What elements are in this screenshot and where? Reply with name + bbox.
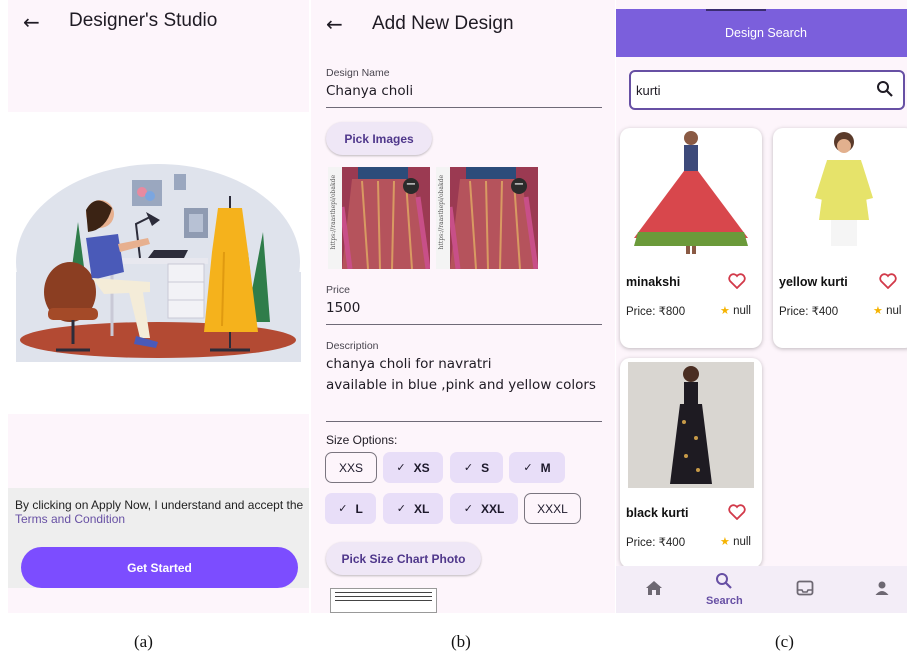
page-title: Design Search [725,26,807,40]
pick-images-button[interactable]: Pick Images [326,122,432,155]
back-arrow-icon[interactable]: ← [23,10,40,34]
product-name: black kurti [626,506,689,520]
size-chip-label: XXXL [537,501,568,516]
caption-b: (b) [451,632,471,651]
design-name-label: Design Name [326,67,390,79]
check-icon: ✓ [523,461,533,474]
heart-icon[interactable] [728,273,746,289]
product-image [634,131,748,254]
designer-illustration [8,112,309,414]
size-chip-xl[interactable]: ✓ XL [383,493,443,524]
get-started-button[interactable]: Get Started [21,547,298,588]
product-price: Price: ₹800 [626,306,686,318]
rating-value: nul [886,305,902,317]
size-chip-label: S [481,460,490,475]
search-icon [716,573,733,589]
design-name-underline [326,107,602,108]
designers-studio-screen: ← Designer's Studio By clicking on Apply… [8,0,309,613]
description-line[interactable]: available in blue ,pink and yellow color… [326,377,596,393]
product-card[interactable]: minakshi Price: ₹800 ★ null [620,128,762,348]
image-thumbnail: https://raasthepi/obakde − [328,167,430,269]
size-chip-label: L [355,501,363,516]
back-arrow-icon[interactable]: ← [326,12,343,36]
size-chip-s[interactable]: ✓ S [450,452,503,483]
star-icon: ★ [873,304,883,317]
home-icon[interactable] [645,580,663,596]
remove-image-icon[interactable]: − [511,178,527,194]
nav-search[interactable]: Search [706,572,743,607]
check-icon: ✓ [396,502,406,515]
check-icon: ✓ [396,461,406,474]
image-thumbnail: https://raasthepi/obakde − [436,167,538,269]
search-query[interactable]: kurti [636,83,661,98]
pick-size-chart-button[interactable]: Pick Size Chart Photo [326,542,481,575]
size-chip-xs[interactable]: ✓ XS [383,452,443,483]
size-chip-l[interactable]: ✓ L [325,493,376,524]
product-image [628,362,754,488]
price-label: Price [326,284,350,296]
size-chip-label: XL [413,501,430,516]
product-name: yellow kurti [779,275,848,289]
heart-icon[interactable] [728,504,746,520]
terms-text: By clicking on Apply Now, I understand a… [15,498,304,512]
caption-a: (a) [134,632,153,651]
status-notch [706,9,766,11]
price-field[interactable]: 1500 [326,300,360,316]
chart-row [335,600,432,601]
search-input[interactable] [629,70,905,110]
search-icon[interactable] [876,80,894,98]
star-icon: ★ [720,304,730,317]
rating-value: null [733,536,751,548]
caption-c: (c) [775,632,794,651]
design-search-screen: Design Search kurti minakshi Price: ₹800… [616,0,907,613]
size-chip-xxxl[interactable]: XXXL [524,493,581,524]
product-price: Price: ₹400 [779,306,839,318]
check-icon: ✓ [463,502,473,515]
product-card[interactable]: black kurti Price: ₹400 ★ null [620,358,762,568]
heart-icon[interactable] [879,273,897,289]
price-underline [326,324,602,325]
size-chip-xxl[interactable]: ✓ XXL [450,493,518,524]
page-title: Designer's Studio [69,10,218,31]
check-icon: ✓ [338,502,348,515]
terms-link[interactable]: Terms and Condition [15,512,125,526]
size-chip-xxs[interactable]: XXS [325,452,377,483]
size-chip-label: XS [413,460,430,475]
size-chip-label: XXL [480,501,505,516]
product-rating: ★ null [720,535,751,548]
add-new-design-screen: ← Add New Design Design Name Chanya chol… [311,0,615,613]
description-underline [326,421,602,422]
chart-row [335,592,432,593]
product-rating: ★ nul [873,304,901,317]
description-line[interactable]: chanya choli for navratri [326,356,491,372]
product-name: minakshi [626,275,681,289]
product-price: Price: ₹400 [626,537,686,549]
image-watermark: https://raasthepi/obakde [330,175,337,250]
person-icon[interactable] [874,580,890,596]
size-options-label: Size Options: [326,433,398,447]
size-chip-label: XXS [338,460,363,475]
size-chip-m[interactable]: ✓ M [509,452,565,483]
check-icon: ✓ [463,461,474,474]
nav-label-search: Search [706,595,743,607]
image-watermark: https://raasthepi/obakde [438,175,445,250]
remove-image-icon[interactable]: − [403,178,419,194]
product-card[interactable]: yellow kurti Price: ₹400 ★ nul [773,128,907,348]
product-rating: ★ null [720,304,751,317]
design-name-field[interactable]: Chanya choli [326,83,413,99]
page-title: Add New Design [372,13,514,34]
description-label: Description [326,340,379,352]
product-image [815,132,873,246]
chart-row [335,596,432,597]
size-chip-label: M [540,460,551,475]
size-chart-preview [330,588,437,613]
inbox-icon[interactable] [796,580,814,596]
rating-value: null [733,305,751,317]
star-icon: ★ [720,535,730,548]
